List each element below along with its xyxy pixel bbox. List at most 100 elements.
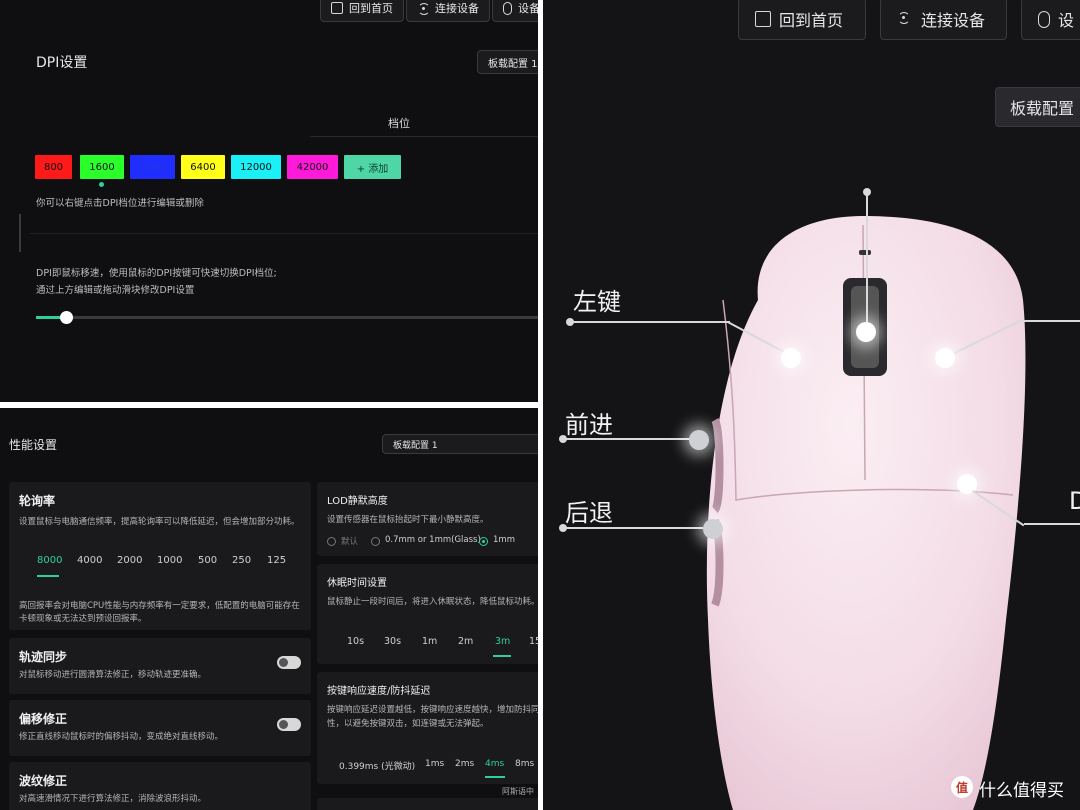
debounce-option[interactable]: 4ms (485, 759, 504, 769)
dpi-slider-handle[interactable] (60, 311, 74, 324)
watermark-logo-icon: 值 (951, 776, 973, 798)
dpi-desc-line2: 通过上方编辑或拖动滑块修改DPI设置 (36, 285, 195, 296)
device-button[interactable]: 设备 (492, 0, 538, 22)
label-back: 后退 (565, 499, 613, 527)
offset-fix-toggle[interactable] (277, 718, 301, 731)
footer-text: 阿斯语中 (502, 787, 534, 796)
hotspot-forward[interactable] (689, 430, 709, 450)
performance-panel: 性能设置 板载配置 1 轮询率 设置鼠标与电脑通信频率，提高轮询率可以降低延迟，… (0, 408, 538, 810)
debounce-title: 按键响应速度/防抖延迟 (327, 686, 431, 697)
lod-desc: 设置传感器在鼠标抬起时下最小静默高度。 (327, 515, 489, 525)
callout-line (563, 438, 698, 440)
dpi-level-chip[interactable]: 12000 (231, 155, 281, 179)
divider (30, 233, 538, 234)
onboard-config-select[interactable]: 板载配置 1 (382, 434, 538, 454)
lod-option[interactable]: 0.7mm or 1mm(Glass) (385, 535, 481, 545)
trail-sync-card: 轨迹同步 对鼠标移动进行圆滑算法修正，移动轨迹更准确。 (9, 638, 311, 694)
lod-card: LOD静默高度 设置传感器在鼠标抬起时下最小静默高度。 默认 0.7mm or … (317, 482, 538, 556)
label-forward: 前进 (565, 411, 613, 439)
hotspot-left-click[interactable] (781, 348, 801, 368)
onboard-config-select[interactable]: 板载配置 1 (477, 50, 538, 74)
debounce-desc-line1: 按键响应延迟设置越低，按键响应速度越快，增加防抖同 (327, 705, 538, 715)
ripple-fix-desc: 对高速滑情况下进行算法修正，消除波浪形抖动。 (19, 794, 207, 804)
selected-underline (493, 655, 511, 657)
dpi-panel: 回到首页 连接设备 设备 DPI设置 板载配置 1 档位 800 1600 32… (0, 0, 538, 402)
offset-fix-desc: 修正直线移动鼠标时的偏移抖动，变成绝对直线移动。 (19, 732, 224, 742)
dpi-level-chip[interactable]: 42000 (287, 155, 338, 179)
polling-rate-desc: 设置鼠标与电脑通信频率，提高轮询率可以降低延迟，但会增加部分功耗。 (19, 517, 300, 527)
trail-sync-desc: 对鼠标移动进行圆滑算法修正，移动轨迹更准确。 (19, 670, 207, 680)
hotspot-scroll[interactable] (856, 322, 876, 342)
callout-line (570, 321, 730, 323)
home-button[interactable]: 回到首页 (320, 0, 404, 22)
side-button (711, 417, 724, 514)
offset-fix-card: 偏移修正 修正直线移动鼠标时的偏移抖动，变成绝对直线移动。 (9, 700, 311, 756)
selected-underline (485, 776, 505, 778)
polling-option[interactable]: 250 (232, 555, 251, 566)
polling-option[interactable]: 125 (267, 555, 286, 566)
dpi-level-chip[interactable]: 1600 (80, 155, 124, 179)
callout-dot (863, 188, 871, 196)
mouse-icon (503, 1, 512, 15)
polling-option[interactable]: 8000 (37, 555, 62, 566)
polling-note-line2: 卡顿现象或无法达到预设回报率。 (19, 614, 147, 624)
lod-radio[interactable] (327, 537, 336, 546)
dpi-slider-track[interactable] (36, 316, 538, 319)
debounce-card: 按键响应速度/防抖延迟 按键响应延迟设置越低，按键响应速度越快，增加防抖同 性，… (317, 672, 538, 784)
sleep-option[interactable]: 3m (495, 636, 510, 647)
dpi-hint: 你可以右键点击DPI档位进行编辑或删除 (36, 198, 204, 209)
sleep-option[interactable]: 10s (347, 636, 364, 647)
polling-rate-card: 轮询率 设置鼠标与电脑通信频率，提高轮询率可以降低延迟，但会增加部分功耗。 80… (9, 482, 311, 630)
callout-line (563, 527, 703, 529)
sleep-card: 休眠时间设置 鼠标静止一段时间后，将进入休眠状态，降低鼠标功耗。 10s 30s… (317, 564, 538, 664)
divider (19, 214, 21, 252)
dpi-button (859, 250, 871, 255)
lod-radio[interactable] (371, 537, 380, 546)
trail-sync-toggle[interactable] (277, 656, 301, 669)
trail-sync-title: 轨迹同步 (19, 650, 68, 664)
mouse-illustration (706, 215, 1026, 810)
home-icon (331, 2, 343, 14)
polling-note-line1: 高回报率会对电脑CPU性能与内存频率有一定要求，低配置的电脑可能存在 (19, 601, 300, 611)
add-dpi-button[interactable]: + 添加 (344, 155, 401, 179)
dpi-level-chip[interactable]: 6400 (181, 155, 225, 179)
lod-option[interactable]: 默认 (341, 535, 358, 547)
sleep-option[interactable]: 1m (422, 636, 437, 647)
ripple-fix-card: 波纹修正 对高速滑情况下进行算法修正，消除波浪形抖动。 (9, 762, 311, 810)
callout-line (866, 190, 868, 330)
dpi-desc-line1: DPI即鼠标移速，使用鼠标的DPI按键可快速切换DPI档位; (36, 268, 277, 279)
connect-device-button[interactable]: 连接设备 (406, 0, 490, 22)
sleep-option[interactable]: 30s (384, 636, 401, 647)
hotspot-right-click[interactable] (935, 348, 955, 368)
wireless-icon (417, 2, 430, 15)
mouse-panel: 回到首页 连接设备 设 板载配置 左键 前进 后退 D 值 什么值得买 (543, 0, 1080, 810)
performance-title: 性能设置 (9, 438, 58, 452)
dpi-title: DPI设置 (36, 55, 88, 71)
debounce-option[interactable]: 8ms (515, 759, 534, 769)
hotspot-back[interactable] (703, 519, 723, 539)
debounce-desc-line2: 性，以避免按键双击，如连键或无法弹起。 (327, 719, 489, 729)
dpi-level-chip[interactable]: 800 (35, 155, 72, 179)
sleep-option[interactable]: 2m (458, 636, 473, 647)
sleep-title: 休眠时间设置 (327, 578, 387, 589)
debounce-option[interactable]: 0.399ms (光微动) (339, 759, 415, 772)
divider (310, 136, 538, 137)
callout-line (1018, 320, 1080, 322)
dpi-level-chip[interactable]: 3200 (130, 155, 175, 179)
debounce-option[interactable]: 2ms (455, 759, 474, 769)
active-level-indicator (99, 182, 104, 187)
label-left-click: 左键 (573, 288, 621, 316)
next-card (317, 798, 538, 810)
polling-option[interactable]: 2000 (117, 555, 142, 566)
polling-option[interactable]: 1000 (157, 555, 182, 566)
offset-fix-title: 偏移修正 (19, 712, 68, 726)
lod-option[interactable]: 1mm (493, 535, 515, 545)
ripple-fix-title: 波纹修正 (19, 774, 68, 788)
polling-option[interactable]: 4000 (77, 555, 102, 566)
debounce-option[interactable]: 1ms (425, 759, 444, 769)
polling-rate-title: 轮询率 (19, 494, 56, 508)
sleep-option[interactable]: 15 (529, 636, 538, 647)
lod-radio-selected[interactable] (479, 537, 488, 546)
gear-label: 档位 (388, 117, 410, 130)
polling-option[interactable]: 500 (198, 555, 217, 566)
